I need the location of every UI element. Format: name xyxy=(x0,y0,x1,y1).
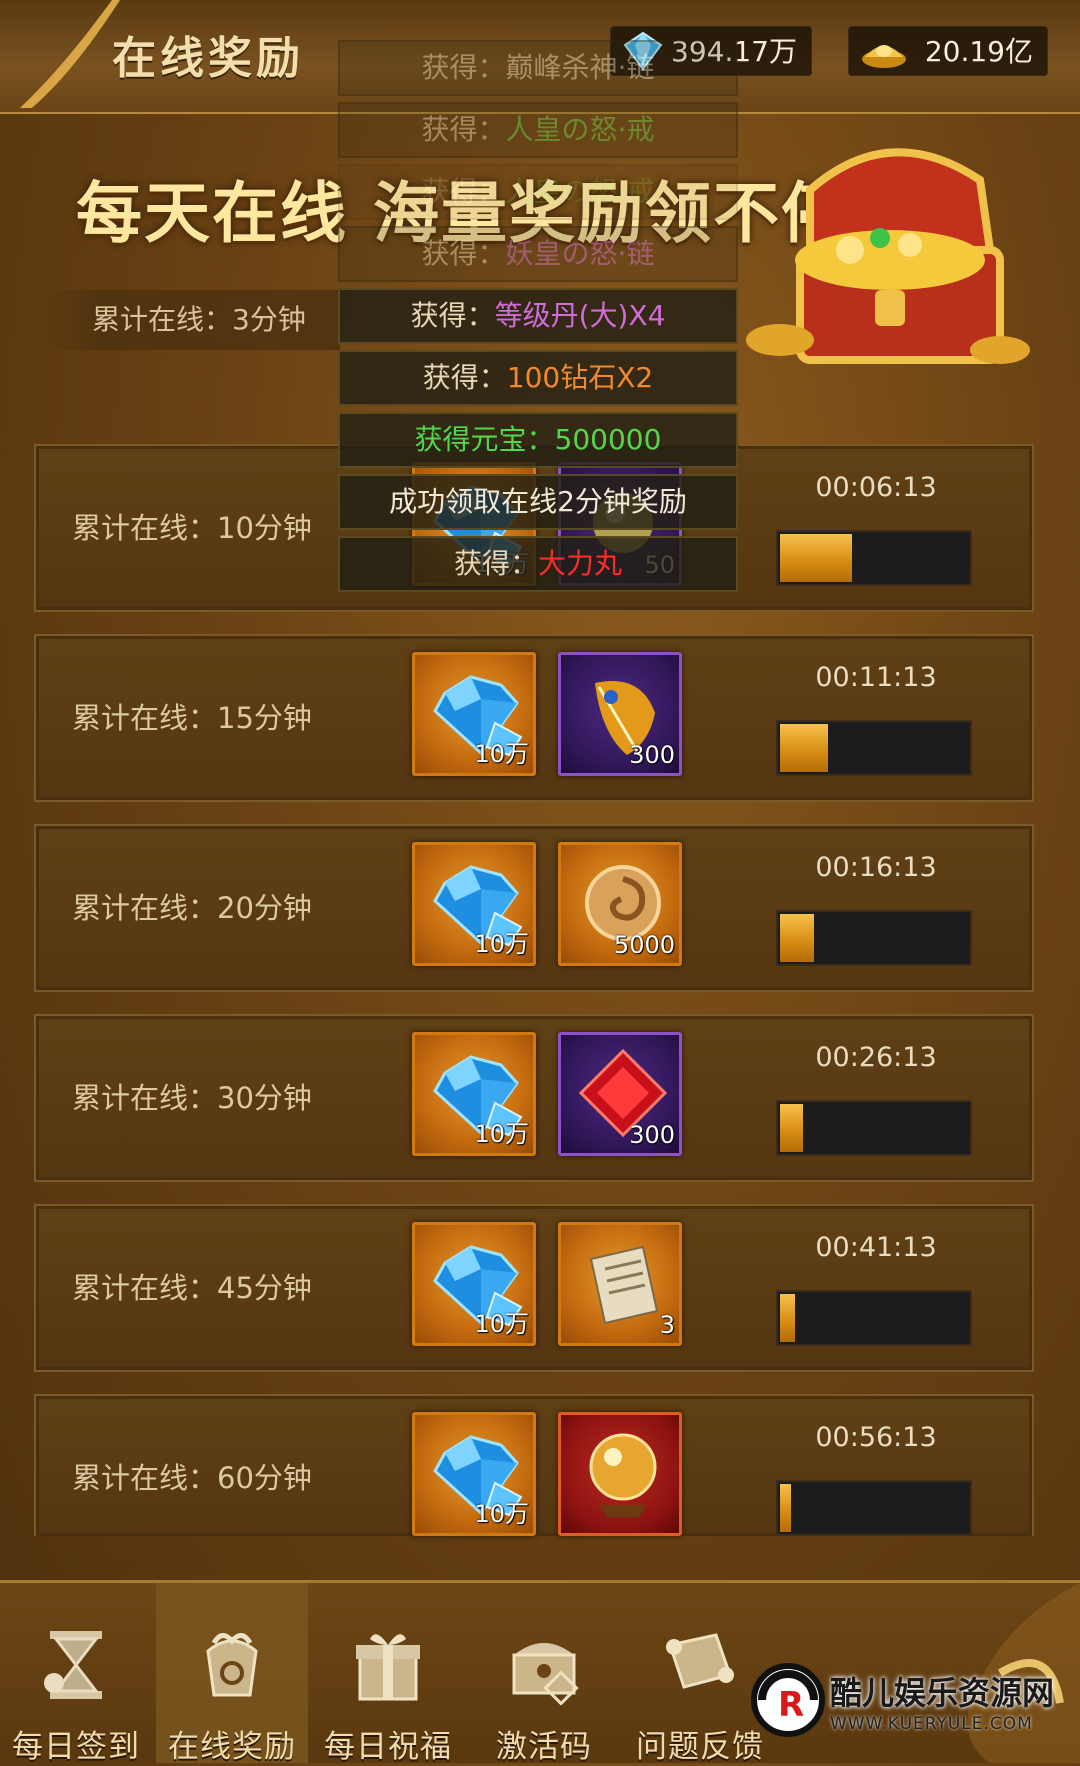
progress-bar xyxy=(776,910,972,966)
progress-fill xyxy=(780,1104,803,1152)
nav-online-reward[interactable]: 在线奖励 xyxy=(156,1583,308,1765)
nav-label: 每日签到 xyxy=(12,1729,140,1765)
reward-item-1[interactable]: 10万 xyxy=(412,842,536,966)
log-value: 人皇の怒·戒 xyxy=(505,113,655,146)
reward-log-entry: 成功领取在线2分钟奖励 xyxy=(338,474,738,530)
reward-log-entry: 获得：等级丹(大)X4 xyxy=(338,288,738,344)
progress-fill xyxy=(780,724,828,772)
log-label: 获得： xyxy=(421,175,506,208)
reward-item-2[interactable]: 300 xyxy=(558,1032,682,1156)
log-label: 获得： xyxy=(422,361,507,394)
log-value: 人皇の怒·戒 xyxy=(505,175,655,208)
log-label: 获得： xyxy=(421,51,506,84)
gift-pouch-icon xyxy=(206,1633,258,1697)
gold-balance: 20.19亿 xyxy=(848,26,1048,76)
reward-item-2[interactable]: 5000 xyxy=(558,842,682,966)
reward-log-entry: 获得：巅峰杀神·链 xyxy=(338,40,738,96)
countdown-timer: 00:16:13 xyxy=(815,852,937,883)
watermark-logo-icon: R xyxy=(751,1663,825,1737)
log-value: 妖皇の怒·链 xyxy=(505,237,655,270)
reward-threshold-label: 累计在线：10分钟 xyxy=(72,511,312,545)
nav-daily-signin[interactable]: 每日签到 xyxy=(0,1583,152,1765)
reward-threshold-label: 累计在线：20分钟 xyxy=(72,891,312,925)
reward-log-entry: 获得：人皇の怒·戒 xyxy=(338,102,738,158)
reward-row[interactable]: 累计在线：45分钟 10万 3 00:41:13 xyxy=(34,1204,1034,1372)
nav-label: 每日祝福 xyxy=(324,1729,452,1765)
log-label: 获得： xyxy=(421,237,506,270)
reward-log-entry: 获得：大力丸 xyxy=(338,536,738,592)
progress-bar xyxy=(776,1100,972,1156)
item-quantity: 10万 xyxy=(474,930,529,958)
item-quantity: 10万 xyxy=(474,1120,529,1148)
log-label: 获得： xyxy=(453,547,538,580)
reward-item-2[interactable]: 300 xyxy=(558,652,682,776)
countdown-timer: 00:41:13 xyxy=(815,1232,937,1263)
nav-daily-blessing[interactable]: 每日祝福 xyxy=(312,1583,464,1765)
page-title: 在线奖励 xyxy=(112,33,304,84)
nav-activation-code[interactable]: 激活码 xyxy=(468,1583,620,1765)
countdown-timer: 00:06:13 xyxy=(815,472,937,503)
reward-item-1[interactable]: 10万 xyxy=(412,1032,536,1156)
reward-row[interactable]: 累计在线：60分钟 10万 00:56:13 xyxy=(34,1394,1034,1536)
log-value: 等级丹(大)X4 xyxy=(494,299,666,332)
reward-threshold-label: 累计在线：30分钟 xyxy=(72,1081,312,1115)
reward-log-entry: 获得：妖皇の怒·链 xyxy=(338,226,738,282)
treasure-chest-icon xyxy=(746,148,1030,364)
watermark: R 酷儿娱乐资源网 WWW.KUERYULE.COM xyxy=(744,1652,1074,1760)
log-value: 巅峰杀神·链 xyxy=(505,51,655,84)
reward-threshold-label: 累计在线：45分钟 xyxy=(72,1271,312,1305)
log-value: 成功领取在线2分钟奖励 xyxy=(389,485,687,518)
item-quantity: 10万 xyxy=(474,740,529,768)
progress-fill xyxy=(780,914,814,962)
countdown-timer: 00:56:13 xyxy=(815,1422,937,1453)
scroll-icon xyxy=(666,1633,734,1689)
log-label: 获得： xyxy=(421,113,506,146)
log-value: 获得元宝：500000 xyxy=(414,423,662,456)
title-swoosh-icon xyxy=(20,0,120,108)
reward-threshold-label: 累计在线：60分钟 xyxy=(72,1461,312,1495)
hourglass-icon xyxy=(44,1631,102,1699)
item-quantity: 300 xyxy=(629,741,675,769)
reward-item-1[interactable]: 10万 xyxy=(412,652,536,776)
reward-threshold-label: 累计在线：15分钟 xyxy=(72,701,312,735)
progress-bar xyxy=(776,530,972,586)
reward-item-1[interactable]: 10万 xyxy=(412,1222,536,1346)
log-label: 获得： xyxy=(410,299,495,332)
reward-row[interactable]: 累计在线：30分钟 10万 300 00:26:13 xyxy=(34,1014,1034,1182)
reward-item-2[interactable] xyxy=(558,1412,682,1536)
reward-item-2[interactable]: 3 xyxy=(558,1222,682,1346)
reward-row[interactable]: 累计在线：15分钟 10万 300 00:11:13 xyxy=(34,634,1034,802)
nav-label: 激活码 xyxy=(496,1729,592,1765)
progress-bar xyxy=(776,1290,972,1346)
watermark-url: WWW.KUERYULE.COM xyxy=(830,1714,1033,1734)
progress-fill xyxy=(780,534,852,582)
nav-label: 在线奖励 xyxy=(168,1729,296,1765)
item-quantity: 10万 xyxy=(474,1500,529,1528)
item-quantity: 10万 xyxy=(474,1310,529,1338)
item-quantity: 5000 xyxy=(613,931,675,959)
chest-icon xyxy=(512,1643,579,1705)
reward-log-entry: 获得元宝：500000 xyxy=(338,412,738,468)
item-quantity: 3 xyxy=(659,1311,675,1339)
progress-bar xyxy=(776,720,972,776)
item-quantity: 300 xyxy=(629,1121,675,1149)
progress-bar xyxy=(776,1480,972,1536)
cumulative-online-time: 累计在线：3分钟 xyxy=(40,290,340,350)
log-value: 大力丸 xyxy=(538,547,623,580)
reward-row[interactable]: 累计在线：20分钟 10万 5000 00:16:13 xyxy=(34,824,1034,992)
gift-box-icon xyxy=(356,1634,420,1701)
reward-log-entry: 获得：100钻石X2 xyxy=(338,350,738,406)
progress-fill xyxy=(780,1484,791,1532)
progress-fill xyxy=(780,1294,795,1342)
gold-ingot-icon xyxy=(862,45,906,68)
reward-item-1[interactable]: 10万 xyxy=(412,1412,536,1536)
countdown-timer: 00:11:13 xyxy=(815,662,937,693)
watermark-name: 酷儿娱乐资源网 xyxy=(830,1674,1055,1712)
log-value: 100钻石X2 xyxy=(506,361,654,394)
svg-text:R: R xyxy=(778,1685,804,1725)
gold-amount: 20.19亿 xyxy=(924,35,1033,68)
reward-log-entry: 获得：人皇の怒·戒 xyxy=(338,164,738,220)
countdown-timer: 00:26:13 xyxy=(815,1042,937,1073)
